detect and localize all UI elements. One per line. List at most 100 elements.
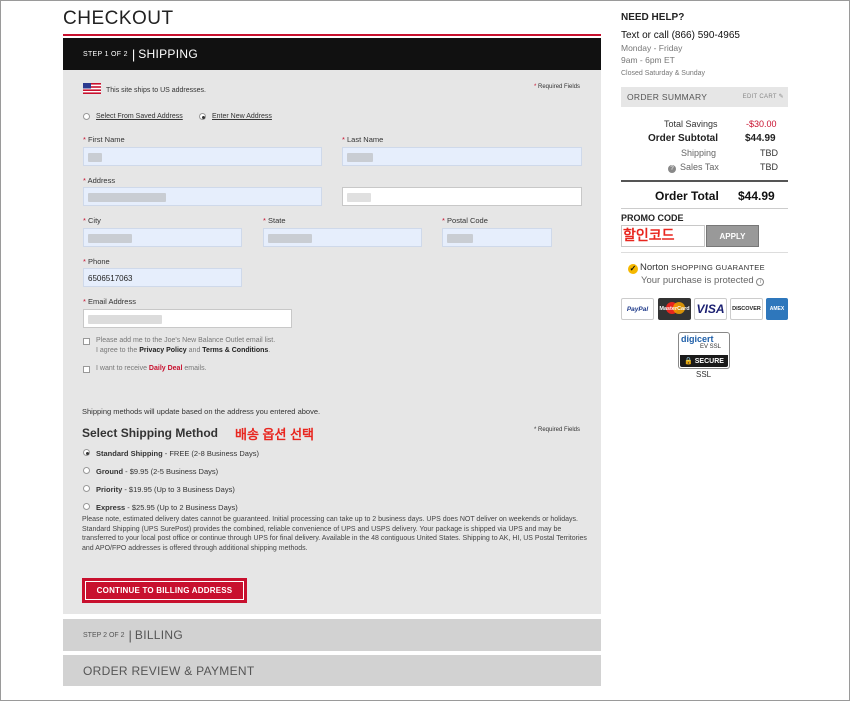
shipping-label: Shipping bbox=[681, 148, 717, 158]
edit-cart-link[interactable]: EDIT CART ✎ bbox=[743, 93, 784, 100]
continue-to-billing-button[interactable]: CONTINUE TO BILLING ADDRESS bbox=[82, 578, 247, 603]
promo-code-label: PROMO CODE bbox=[621, 213, 684, 223]
redacted-value bbox=[88, 234, 132, 243]
lock-icon: 🔒 bbox=[684, 358, 693, 365]
apply-promo-button[interactable]: APPLY bbox=[706, 225, 759, 247]
terms-agreement: I agree to the Privacy Policy and Terms … bbox=[96, 347, 271, 354]
priority-shipping-option[interactable]: Priority - $19.95 (Up to 3 Business Days… bbox=[96, 485, 235, 494]
shipping-option-annotation: 배송 옵션 선택 bbox=[235, 427, 314, 442]
phone-label: * Phone bbox=[83, 257, 110, 266]
pencil-icon: ✎ bbox=[778, 94, 784, 100]
order-subtotal-label: Order Subtotal bbox=[648, 133, 719, 144]
shipping-method-title: Select Shipping Method bbox=[82, 426, 219, 440]
help-circle-icon[interactable]: ? bbox=[668, 165, 676, 173]
redacted-value bbox=[88, 315, 162, 324]
address-label: * Address bbox=[83, 176, 116, 185]
step-2-name: BILLING bbox=[134, 628, 184, 642]
express-shipping-option[interactable]: Express - $25.95 (Up to 2 Business Days) bbox=[96, 503, 238, 512]
first-name-label: * First Name bbox=[83, 135, 125, 144]
address-line-1-input[interactable] bbox=[83, 187, 322, 206]
first-name-input[interactable] bbox=[83, 147, 322, 166]
ground-shipping-radio[interactable] bbox=[83, 467, 90, 474]
address-line-2-input[interactable] bbox=[342, 187, 582, 206]
ssl-label: SSL bbox=[696, 370, 712, 379]
newsletter-text: Please add me to the Joe's New Balance O… bbox=[96, 337, 276, 344]
step-2-header[interactable]: STEP 2 OF 2 | BILLING bbox=[63, 619, 601, 651]
info-icon[interactable]: i bbox=[756, 278, 765, 286]
digicert-secure: 🔒 SECURE bbox=[680, 355, 728, 367]
email-input[interactable] bbox=[83, 309, 292, 328]
total-savings-label: Total Savings bbox=[664, 119, 718, 129]
new-address-option[interactable]: Enter New Address bbox=[212, 113, 272, 120]
promo-annotation: 할인코드 bbox=[623, 227, 675, 243]
amex-card-icon: AMEX bbox=[766, 298, 788, 320]
ships-note: This site ships to US addresses. bbox=[106, 87, 206, 94]
help-closed: Closed Saturday & Sunday bbox=[621, 70, 706, 77]
help-hours: 9am - 6pm ET bbox=[621, 55, 675, 65]
step-divider: | bbox=[128, 627, 132, 643]
mastercard-card-icon: MasterCard bbox=[658, 298, 691, 320]
norton-divider bbox=[621, 252, 788, 253]
email-label: * Email Address bbox=[83, 297, 136, 306]
daily-deal-checkbox[interactable] bbox=[83, 366, 90, 373]
help-contact[interactable]: Text or call (866) 590-4965 bbox=[621, 30, 740, 41]
redacted-value bbox=[88, 153, 102, 162]
step-1-name: SHIPPING bbox=[138, 47, 198, 61]
saved-address-radio[interactable] bbox=[83, 113, 90, 120]
saved-address-option[interactable]: Select From Saved Address bbox=[96, 113, 183, 120]
city-input[interactable] bbox=[83, 228, 242, 247]
sales-tax-value: TBD bbox=[760, 162, 778, 172]
visa-card-icon: VISA bbox=[694, 298, 727, 320]
privacy-policy-link[interactable]: Privacy Policy bbox=[139, 347, 186, 354]
order-subtotal-value: $44.99 bbox=[745, 133, 776, 144]
state-label: * State bbox=[263, 216, 286, 225]
state-select[interactable] bbox=[263, 228, 422, 247]
shipping-value: TBD bbox=[760, 148, 778, 158]
norton-subtext: Your purchase is protected i bbox=[641, 275, 765, 286]
postal-code-input[interactable] bbox=[442, 228, 552, 247]
required-fields-note: * Required Fields bbox=[534, 84, 581, 90]
city-label: * City bbox=[83, 216, 101, 225]
step-divider: | bbox=[131, 46, 136, 62]
summary-divider bbox=[621, 180, 788, 182]
help-days: Monday - Friday bbox=[621, 43, 683, 53]
order-summary-title: ORDER SUMMARY bbox=[627, 92, 708, 102]
order-summary-header: ORDER SUMMARY EDIT CART ✎ bbox=[621, 87, 788, 107]
daily-deal-text: I want to receive Daily Deal emails. bbox=[96, 365, 207, 372]
redacted-value bbox=[347, 153, 373, 162]
order-total-value: $44.99 bbox=[738, 189, 775, 203]
order-review-header[interactable]: ORDER REVIEW & PAYMENT bbox=[63, 655, 601, 686]
shipping-disclaimer: Please note, estimated delivery dates ca… bbox=[82, 516, 587, 552]
express-shipping-radio[interactable] bbox=[83, 503, 90, 510]
discover-card-icon: DISCOVER bbox=[730, 298, 763, 320]
redacted-value bbox=[447, 234, 473, 243]
digicert-ev: EV SSL bbox=[700, 344, 722, 350]
phone-input[interactable]: 6506517063 bbox=[83, 268, 242, 287]
shipping-update-note: Shipping methods will update based on th… bbox=[82, 407, 321, 416]
new-address-radio[interactable] bbox=[199, 113, 206, 120]
redacted-value bbox=[88, 193, 166, 202]
last-name-input[interactable] bbox=[342, 147, 582, 166]
daily-deal-link[interactable]: Daily Deal bbox=[149, 365, 182, 372]
norton-check-icon: ✓ bbox=[628, 264, 638, 274]
title-rule bbox=[63, 34, 601, 36]
paypal-card-icon: PayPal bbox=[621, 298, 654, 320]
digicert-brand: digicert bbox=[681, 334, 714, 344]
terms-link[interactable]: Terms & Conditions bbox=[202, 347, 268, 354]
priority-shipping-radio[interactable] bbox=[83, 485, 90, 492]
step-1-header[interactable]: STEP 1 OF 2 | SHIPPING bbox=[63, 38, 601, 70]
redacted-value bbox=[268, 234, 312, 243]
total-savings-value: -$30.00 bbox=[746, 119, 777, 129]
redacted-value bbox=[347, 193, 371, 202]
newsletter-checkbox[interactable] bbox=[83, 338, 90, 345]
order-total-label: Order Total bbox=[655, 189, 719, 203]
step-1-number: STEP 1 OF 2 bbox=[83, 50, 128, 58]
standard-shipping-radio[interactable] bbox=[83, 449, 90, 456]
standard-shipping-option[interactable]: Standard Shipping - FREE (2-8 Business D… bbox=[96, 449, 259, 458]
help-title: NEED HELP? bbox=[621, 12, 685, 23]
norton-badge: ✓ Norton SHOPPING GUARANTEE bbox=[628, 262, 765, 274]
ground-shipping-option[interactable]: Ground - $9.95 (2-5 Business Days) bbox=[96, 467, 218, 476]
summary-bottom-divider bbox=[621, 208, 788, 209]
step-2-number: STEP 2 OF 2 bbox=[83, 631, 125, 639]
sales-tax-label: ? Sales Tax bbox=[668, 162, 719, 173]
